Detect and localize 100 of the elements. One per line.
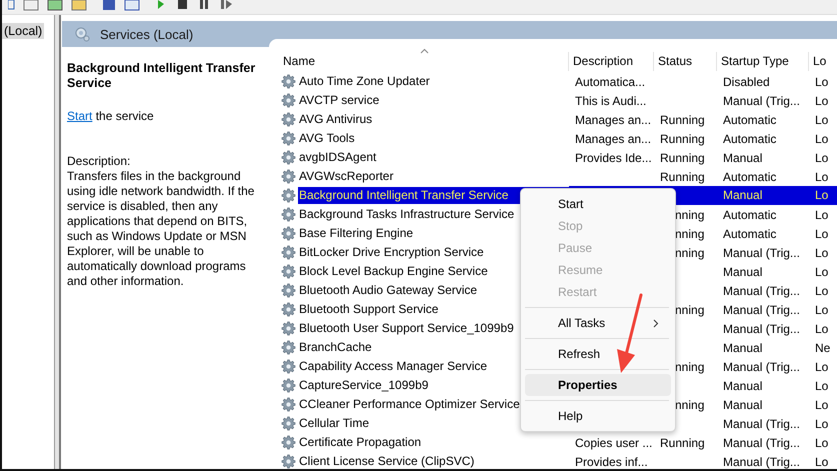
gear-icon <box>281 169 296 184</box>
startup-type-cell-text: Automatic <box>722 132 778 146</box>
gear-icon <box>281 207 296 222</box>
gear-icon <box>281 340 296 355</box>
description-cell-text: Automatica... <box>574 74 646 88</box>
gear-icon <box>281 150 296 165</box>
start-link[interactable]: Start <box>67 109 92 123</box>
gear-icon <box>281 321 296 336</box>
menu-item[interactable]: Properties <box>525 374 671 396</box>
gear-icon <box>281 264 296 279</box>
startup-type-cell-text: Automatic <box>722 112 778 126</box>
description-cell-text: Provides inf... <box>574 454 649 468</box>
gear-icon <box>281 112 296 127</box>
startup-type-cell-text: Manual <box>722 378 764 392</box>
service-name[interactable]: AVCTP service <box>298 92 380 109</box>
tree-item[interactable]: (Local) <box>2 23 44 39</box>
column-header[interactable]: Status <box>654 52 717 71</box>
startup-type-cell-text: Automatic <box>722 208 778 222</box>
status-cell-text: nning <box>674 398 706 412</box>
description-label: Description: <box>67 154 132 169</box>
startup-type-cell-text: Disabled <box>722 74 771 88</box>
gear-icon <box>281 93 296 108</box>
log-on-cell-text: Lo <box>814 454 830 468</box>
log-on-cell-text: Lo <box>814 74 830 88</box>
log-on-cell-text: Lo <box>814 226 830 240</box>
startup-type-cell: Manual <box>717 186 809 205</box>
menu-item[interactable]: Help <box>525 405 671 427</box>
log-on-cell: Lo <box>809 186 837 205</box>
startup-type-cell-text: Manual (Trig... <box>722 436 801 450</box>
panel-title: Services (Local) <box>100 26 194 42</box>
status-cell-text: Running <box>659 170 706 184</box>
service-name[interactable]: Client License Service (ClipSVC) <box>298 453 476 470</box>
startup-type-cell-text: Manual (Trig... <box>722 454 801 468</box>
gear-icon <box>281 454 296 469</box>
service-name[interactable]: Cellular Time <box>298 415 370 432</box>
service-name[interactable]: CaptureService_1099b9 <box>298 377 430 394</box>
gear-icon <box>281 359 296 374</box>
gear-icon <box>281 283 296 298</box>
gear-icon <box>281 131 296 146</box>
startup-type-cell-text: Manual <box>722 150 764 164</box>
startup-type-cell-text: Manual (Trig... <box>722 416 801 430</box>
status-cell-text: Running <box>659 150 706 164</box>
service-name[interactable]: Certificate Propagation <box>298 434 422 451</box>
menu-item[interactable]: All Tasks <box>525 312 671 334</box>
log-on-cell-text: Ne <box>814 340 832 354</box>
startup-type-cell-text: Manual (Trig... <box>722 284 801 298</box>
column-header[interactable]: Lo <box>809 52 837 71</box>
gear-icon <box>281 378 296 393</box>
service-name[interactable]: AVG Tools <box>298 130 356 147</box>
log-on-cell-text: Lo <box>814 322 830 336</box>
status-cell-text: nning <box>674 360 706 374</box>
status-cell-text: nning <box>674 302 706 316</box>
gear-icon <box>281 74 296 89</box>
service-name[interactable]: Base Filtering Engine <box>298 225 414 242</box>
log-on-cell-text: Lo <box>814 94 830 108</box>
log-on-cell-text: Lo <box>814 378 830 392</box>
gear-icon <box>281 416 296 431</box>
service-name[interactable]: Bluetooth Audio Gateway Service <box>298 282 478 299</box>
description-cell-text: Copies user ... <box>574 436 654 450</box>
service-name[interactable]: avgbIDSAgent <box>298 149 378 166</box>
log-on-cell-text: Lo <box>814 150 830 164</box>
log-on-cell-text: Lo <box>814 208 830 222</box>
startup-type-cell-text: Manual <box>722 264 764 278</box>
gear-icon <box>281 397 296 412</box>
startup-type-cell-text: Manual (Trig... <box>722 302 801 316</box>
service-name[interactable]: AVGWscReporter <box>298 168 394 185</box>
service-name[interactable]: BranchCache <box>298 339 373 356</box>
description-cell-text: Provides Ide... <box>574 150 653 164</box>
gear-icon <box>281 302 296 317</box>
menu-item[interactable]: Refresh <box>525 343 671 365</box>
description-text: Transfers files in the background using idle network bandwidth. If the service is disabled, then any applications that depend on BITS, such as Windows Update or MSN Explorer, will be unable to automatically download programs and other information. <box>67 169 256 289</box>
service-name[interactable]: Auto Time Zone Updater <box>298 73 431 90</box>
startup-type-cell-text: Manual (Trig... <box>722 322 801 336</box>
service-name[interactable]: CCleaner Performance Optimizer Service <box>298 396 521 413</box>
startup-type-cell-text: Manual (Trig... <box>722 360 801 374</box>
log-on-cell-text: Lo <box>814 416 830 430</box>
service-name[interactable]: Bluetooth User Support Service_1099b9 <box>298 320 515 337</box>
service-name[interactable]: AVG Antivirus <box>298 111 374 128</box>
startup-type-cell-text: Automatic <box>722 226 778 240</box>
service-name[interactable]: Capability Access Manager Service <box>298 358 488 375</box>
pane-splitter[interactable] <box>54 15 61 469</box>
startup-type-cell-text: Manual (Trig... <box>722 246 801 260</box>
log-on-cell-text: Lo <box>814 284 830 298</box>
gear-icon <box>281 188 296 203</box>
service-title: Background Intelligent Transfer Service <box>67 61 256 91</box>
chevron-right-icon <box>653 318 659 328</box>
column-header[interactable]: Name <box>281 52 569 71</box>
service-name[interactable]: Background Tasks Infrastructure Service <box>298 206 516 223</box>
status-cell-text: Running <box>659 132 706 146</box>
status-cell-text: nning <box>674 208 706 222</box>
service-name[interactable]: Block Level Backup Engine Service <box>298 263 489 280</box>
service-name[interactable]: Bluetooth Support Service <box>298 301 440 318</box>
column-header[interactable]: Description <box>569 52 654 71</box>
startup-type-cell-text: Manual (Trig... <box>722 94 801 108</box>
column-header[interactable]: Startup Type <box>717 52 809 71</box>
startup-type-cell-text: Automatic <box>722 170 778 184</box>
startup-type-cell-text: Manual <box>722 340 764 354</box>
action-text: the service <box>96 109 154 123</box>
gear-icon <box>281 435 296 450</box>
service-name[interactable]: BitLocker Drive Encryption Service <box>298 244 485 261</box>
